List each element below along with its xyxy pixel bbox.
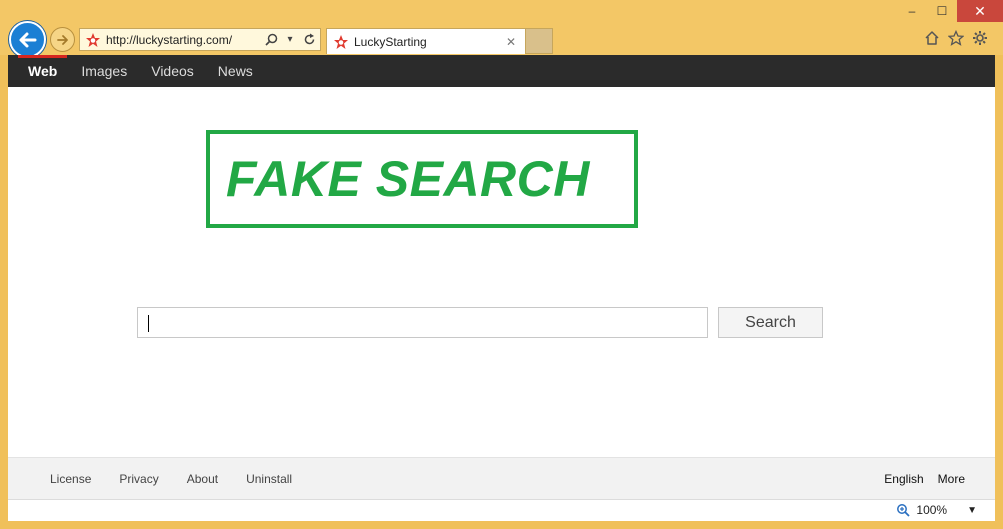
status-bar: 100% ▼ [8, 499, 995, 521]
footer-link-privacy[interactable]: Privacy [119, 472, 158, 486]
address-bar[interactable]: http://luckystarting.com/ ▾ [79, 28, 321, 51]
window-controls: – ☐ ✕ [897, 0, 1003, 24]
search-icon[interactable] [263, 32, 279, 48]
gear-icon[interactable] [971, 29, 989, 47]
new-tab-button[interactable] [526, 28, 553, 54]
tab-luckystarting[interactable]: LuckyStarting ✕ [326, 28, 526, 54]
forward-button[interactable] [50, 27, 75, 52]
nav-item-videos[interactable]: Videos [139, 55, 206, 87]
footer-link-about[interactable]: About [187, 472, 218, 486]
fake-search-stamp: FAKE SEARCH [206, 130, 638, 228]
footer-right-links: English More [884, 458, 965, 500]
footer-link-uninstall[interactable]: Uninstall [246, 472, 292, 486]
zoom-control[interactable]: 100% ▼ [896, 503, 977, 517]
page-viewport: Web Images Videos News FAKE SEARCH Searc… [8, 55, 995, 521]
browser-chrome: – ☐ ✕ http://luckystarting.com/ ▾ LuckyS… [0, 0, 1003, 58]
zoom-icon [897, 504, 911, 517]
tab-title: LuckyStarting [354, 34, 427, 49]
maximize-button[interactable]: ☐ [927, 0, 957, 22]
minimize-button[interactable]: – [897, 0, 927, 22]
star-icon[interactable] [947, 29, 965, 47]
language-link-english[interactable]: English [884, 472, 923, 486]
back-button[interactable] [9, 21, 46, 58]
address-url[interactable]: http://luckystarting.com/ [106, 33, 263, 47]
close-window-button[interactable]: ✕ [957, 0, 1003, 22]
text-caret [148, 315, 149, 332]
back-arrow-icon [19, 32, 36, 47]
search-button[interactable]: Search [718, 307, 823, 338]
tab-favicon-icon [334, 34, 348, 49]
site-favicon-icon [86, 32, 100, 47]
footer-link-license[interactable]: License [50, 472, 91, 486]
search-input[interactable] [137, 307, 708, 338]
footer: License Privacy About Uninstall English … [8, 457, 995, 499]
nav-item-web[interactable]: Web [16, 55, 69, 87]
zoom-dropdown-icon[interactable]: ▼ [967, 505, 977, 516]
footer-links: License Privacy About Uninstall [36, 458, 306, 500]
home-icon[interactable] [923, 29, 941, 47]
browser-toolbar-icons [923, 29, 989, 47]
forward-arrow-icon [56, 34, 68, 45]
fake-search-label: FAKE SEARCH [226, 151, 590, 207]
zoom-level: 100% [916, 503, 948, 517]
tab-close-icon[interactable]: ✕ [503, 35, 519, 49]
top-nav: Web Images Videos News [8, 55, 995, 87]
refresh-icon[interactable] [301, 32, 317, 48]
dropdown-icon[interactable]: ▾ [282, 32, 298, 48]
nav-item-news[interactable]: News [206, 55, 265, 87]
more-link[interactable]: More [938, 472, 965, 486]
nav-item-images[interactable]: Images [69, 55, 139, 87]
